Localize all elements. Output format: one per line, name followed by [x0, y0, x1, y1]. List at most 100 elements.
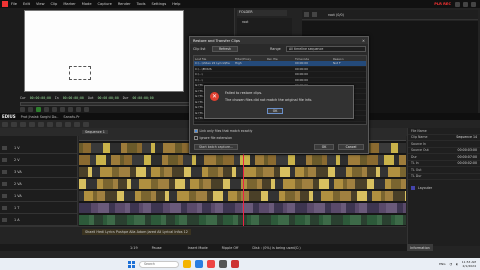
rewind-icon[interactable] — [28, 107, 33, 112]
timeline-clip[interactable] — [103, 215, 107, 225]
timeline-clip[interactable] — [84, 191, 93, 201]
timeline-clip[interactable] — [169, 179, 175, 189]
timeline-clip[interactable] — [120, 155, 124, 165]
col-header[interactable]: Filter/Proxy — [234, 57, 266, 61]
timeline-clip[interactable] — [211, 179, 223, 189]
timeline-clip[interactable] — [249, 191, 261, 201]
timeline-clip[interactable] — [199, 179, 203, 189]
timeline-clip[interactable] — [151, 155, 162, 165]
taskbar-search[interactable]: Search — [139, 260, 179, 268]
mark-in-icon[interactable] — [76, 107, 81, 112]
timeline-clip[interactable] — [105, 191, 117, 201]
timeline-clip[interactable] — [283, 203, 287, 213]
timeline-clip[interactable] — [261, 191, 268, 201]
close-icon[interactable]: ✕ — [362, 39, 365, 43]
timeline-clip[interactable] — [380, 167, 388, 177]
prev-frame-icon[interactable] — [20, 107, 25, 112]
loop-icon[interactable] — [68, 107, 73, 112]
timeline-clip[interactable] — [295, 179, 302, 189]
timeline-clip[interactable] — [331, 215, 343, 225]
forward-icon[interactable] — [52, 107, 57, 112]
timeline-clip[interactable] — [379, 143, 391, 153]
delete-icon[interactable] — [74, 121, 80, 127]
timeline-clip[interactable] — [295, 167, 304, 177]
timeline-clip[interactable] — [215, 203, 223, 213]
timeline-clip[interactable] — [142, 143, 151, 153]
timeline-clip[interactable] — [300, 191, 309, 201]
timeline-clip[interactable] — [263, 167, 274, 177]
timeline-clip[interactable] — [367, 179, 374, 189]
timeline-clip[interactable] — [357, 191, 367, 201]
timeline-clip[interactable] — [256, 167, 263, 177]
timeline-clip[interactable] — [305, 215, 310, 225]
timeline-clip[interactable] — [237, 191, 241, 201]
timeline-clip[interactable] — [306, 155, 312, 165]
timeline-clip[interactable] — [329, 179, 334, 189]
timeline-clip[interactable] — [151, 203, 163, 213]
timeline-clip[interactable] — [160, 167, 164, 177]
copy-icon[interactable] — [56, 121, 62, 127]
timeline-clip[interactable] — [228, 191, 237, 201]
timeline-clip[interactable] — [403, 203, 406, 213]
timeline-clip[interactable] — [206, 215, 217, 225]
timeline-clip[interactable] — [295, 203, 307, 213]
timeline-clip[interactable] — [322, 155, 327, 165]
timeline-clip[interactable] — [376, 167, 380, 177]
edge-icon[interactable] — [195, 260, 203, 268]
timeline-clip[interactable] — [91, 203, 98, 213]
menu-clip[interactable]: Clip — [51, 2, 58, 6]
timeline-clip[interactable] — [183, 155, 192, 165]
tree-node-root[interactable]: root — [239, 20, 290, 24]
timeline-clip[interactable] — [259, 215, 271, 225]
timeline-clip[interactable] — [398, 143, 406, 153]
track-toggle-icon[interactable] — [2, 193, 7, 198]
timeline-clip[interactable] — [276, 155, 288, 165]
timeline-clip[interactable] — [145, 215, 151, 225]
col-header[interactable]: Reason — [332, 57, 366, 61]
timeline-clip[interactable] — [97, 179, 103, 189]
timeline-clip[interactable] — [327, 155, 336, 165]
timeline-clip[interactable] — [202, 203, 211, 213]
timeline-clip[interactable] — [112, 167, 119, 177]
timeline-clip[interactable] — [274, 203, 283, 213]
timeline-clip[interactable] — [218, 167, 223, 177]
timeline-clip[interactable] — [235, 203, 242, 213]
timeline-clip[interactable] — [197, 203, 202, 213]
project-item[interactable]: Sanafu.Pr — [63, 115, 79, 119]
timeline-clip[interactable] — [86, 179, 97, 189]
track-toggle-icon[interactable] — [2, 157, 7, 162]
timeline-clip[interactable] — [162, 155, 168, 165]
timeline-clip[interactable] — [319, 179, 329, 189]
menu-file[interactable]: File — [11, 2, 17, 6]
timeline-clip[interactable] — [378, 155, 384, 165]
timeline-clip[interactable] — [88, 167, 92, 177]
ripple-status[interactable]: Ripple Off — [222, 246, 239, 250]
timeline-clip[interactable] — [79, 179, 86, 189]
timeline-clip[interactable] — [271, 179, 275, 189]
timeline-clip[interactable] — [374, 179, 385, 189]
timeline-clip[interactable] — [175, 179, 185, 189]
timeline-clip[interactable] — [288, 155, 295, 165]
timeline-clip[interactable] — [312, 155, 322, 165]
menu-mode[interactable]: Mode — [82, 2, 92, 6]
ok-button[interactable]: OK — [314, 144, 334, 150]
timeline-clip[interactable] — [223, 167, 232, 177]
timeline-clip[interactable] — [216, 155, 223, 165]
layouter-item[interactable]: Layouter — [411, 186, 432, 190]
timeline-clip[interactable] — [290, 167, 295, 177]
timeline-clip[interactable] — [304, 167, 308, 177]
timeline-clip[interactable] — [161, 215, 166, 225]
timeline-clip[interactable] — [127, 179, 131, 189]
timeline-clip[interactable] — [151, 167, 160, 177]
timeline-clip[interactable] — [90, 155, 96, 165]
timeline-clip[interactable] — [115, 215, 127, 225]
timeline-clip[interactable] — [328, 167, 335, 177]
timeline-clip[interactable] — [203, 179, 211, 189]
timeline-clip[interactable] — [350, 215, 361, 225]
timeline-clip[interactable] — [189, 191, 196, 201]
track-header[interactable]: 1 V — [0, 142, 78, 154]
timeline-clip[interactable] — [240, 155, 250, 165]
timeline-clip[interactable] — [185, 179, 190, 189]
cut-icon[interactable] — [47, 121, 53, 127]
timeline-clip[interactable] — [367, 215, 377, 225]
